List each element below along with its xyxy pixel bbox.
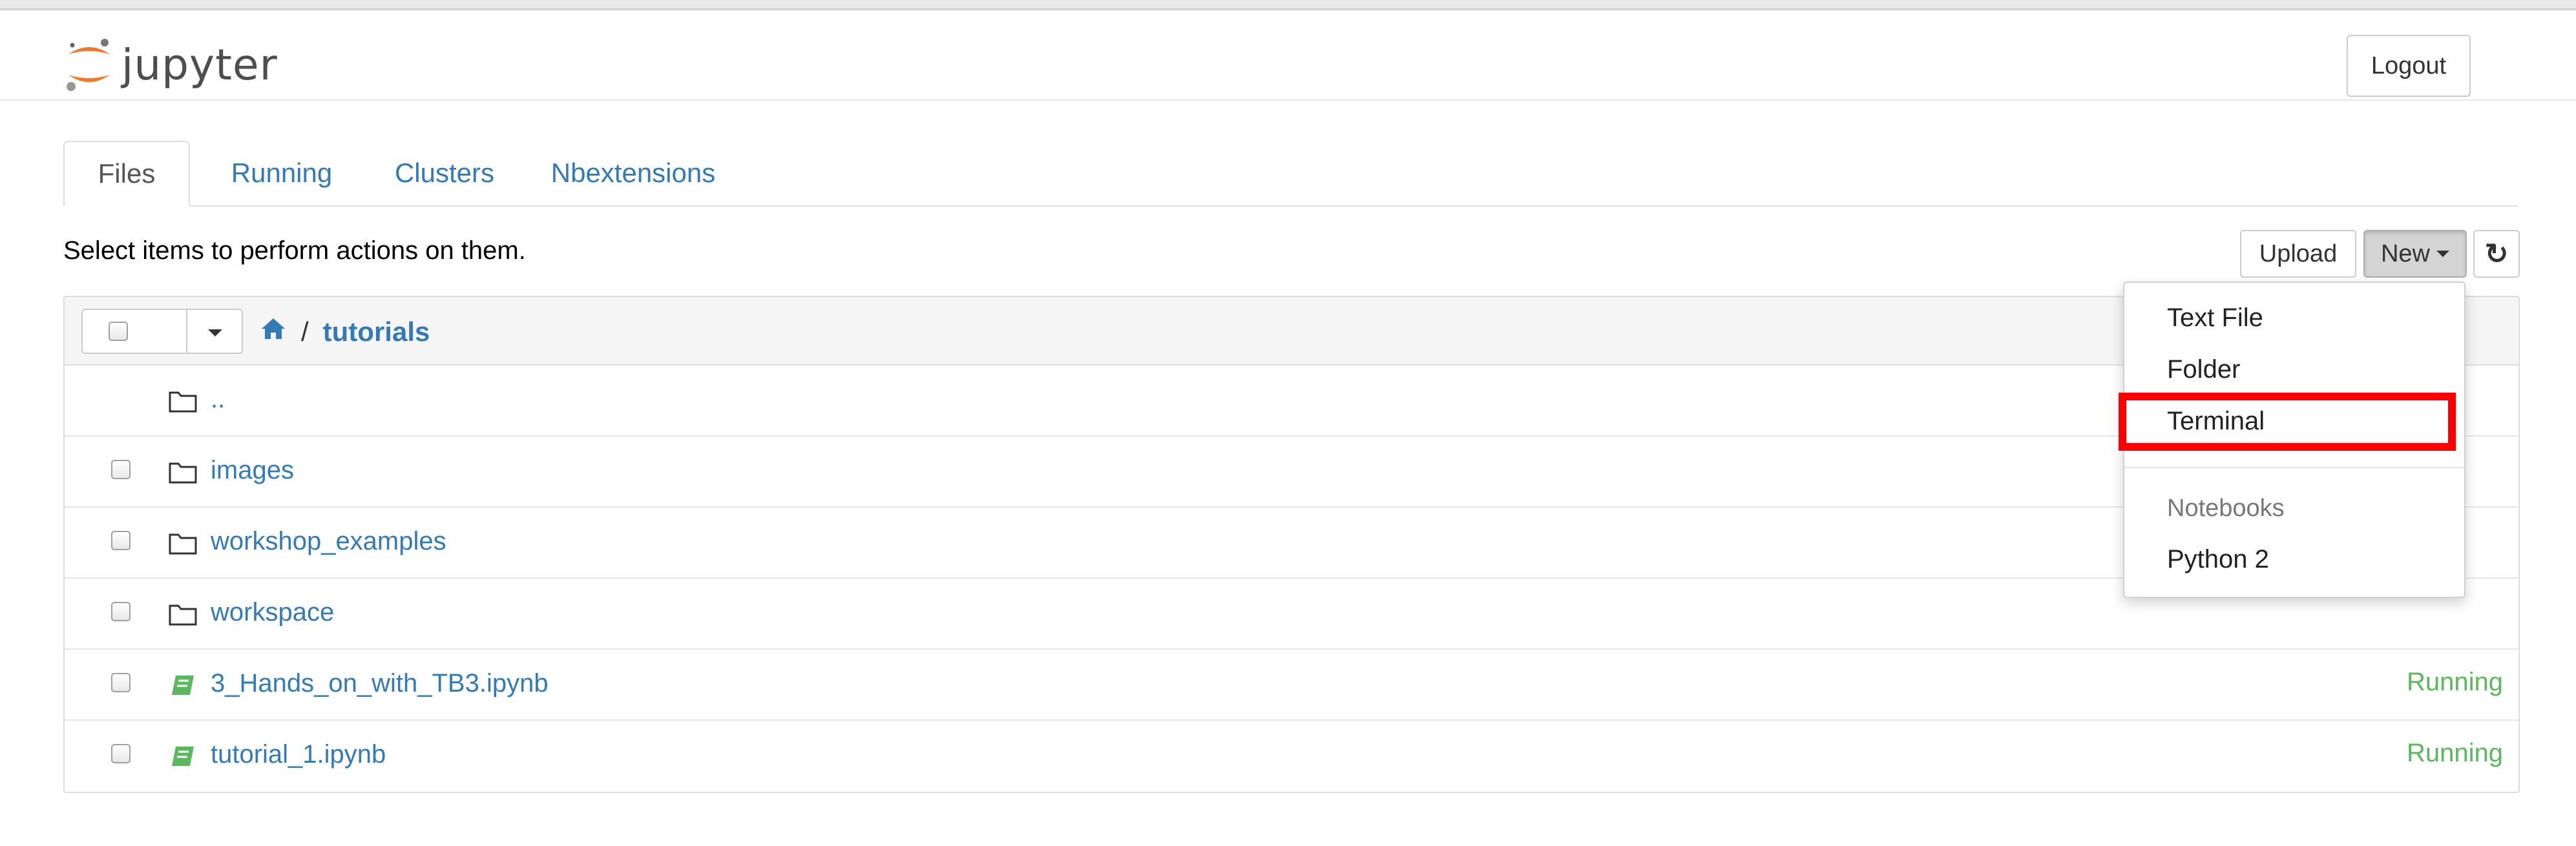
refresh-button[interactable]: ↻ [2473, 230, 2520, 278]
new-button[interactable]: New [2363, 230, 2467, 278]
file-name[interactable]: tutorial_1.ipynb [211, 740, 386, 769]
menu-item-python2[interactable]: Python 2 [2167, 545, 2269, 574]
list-item[interactable]: tutorial_1.ipynb Running [65, 721, 2518, 792]
running-status: Running [2406, 668, 2503, 696]
header-bar: jupyter Logout [0, 10, 2576, 101]
instructions-text: Select items to perform actions on them. [63, 236, 526, 265]
main-tabs: Files Running Clusters Nbextensions [63, 141, 2518, 207]
breadcrumb-current[interactable]: tutorials [323, 316, 430, 347]
jupyter-logo-icon [67, 39, 110, 91]
folder-icon [169, 391, 197, 413]
menu-header-notebooks: Notebooks [2167, 495, 2285, 522]
chevron-down-icon[interactable] [208, 329, 222, 336]
tab-running[interactable]: Running [211, 141, 353, 205]
notebook-icon [172, 747, 194, 766]
file-name[interactable]: images [211, 456, 294, 485]
row-checkbox[interactable] [111, 602, 131, 621]
breadcrumb: / tutorials [260, 314, 430, 350]
file-name[interactable]: workspace [211, 598, 334, 627]
tab-nbextensions[interactable]: Nbextensions [536, 141, 730, 205]
menu-item-folder[interactable]: Folder [2167, 355, 2240, 384]
row-checkbox[interactable] [111, 460, 131, 479]
row-checkbox[interactable] [111, 744, 131, 763]
browser-top-edge [0, 0, 2576, 10]
folder-icon [169, 462, 197, 484]
file-name[interactable]: workshop_examples [211, 527, 446, 556]
list-item[interactable]: 3_Hands_on_with_TB3.ipynb Running [65, 650, 2518, 721]
breadcrumb-separator: / [301, 316, 309, 347]
file-name[interactable]: .. [211, 385, 225, 414]
select-divider [186, 310, 187, 353]
row-checkbox[interactable] [111, 531, 131, 550]
chevron-down-icon [2436, 251, 2450, 257]
refresh-icon: ↻ [2484, 238, 2509, 270]
jupyter-logo[interactable]: jupyter [63, 35, 278, 94]
menu-divider [2124, 467, 2464, 468]
upload-button[interactable]: Upload [2240, 230, 2356, 278]
file-name[interactable]: 3_Hands_on_with_TB3.ipynb [211, 669, 549, 698]
tab-files[interactable]: Files [63, 141, 190, 207]
row-checkbox[interactable] [111, 673, 131, 692]
tab-clusters[interactable]: Clusters [380, 141, 509, 205]
folder-icon [169, 604, 197, 626]
app-name: jupyter [121, 39, 278, 90]
logout-button[interactable]: Logout [2347, 35, 2471, 97]
folder-icon [169, 533, 197, 555]
new-button-label: New [2380, 240, 2431, 267]
home-icon[interactable] [260, 316, 287, 348]
notebook-icon [172, 676, 194, 695]
menu-item-text-file[interactable]: Text File [2167, 304, 2263, 333]
terminal-highlight-box [2119, 393, 2456, 451]
running-status: Running [2406, 739, 2503, 767]
select-all-checkbox[interactable] [109, 322, 128, 341]
select-all-dropdown[interactable] [81, 309, 243, 354]
